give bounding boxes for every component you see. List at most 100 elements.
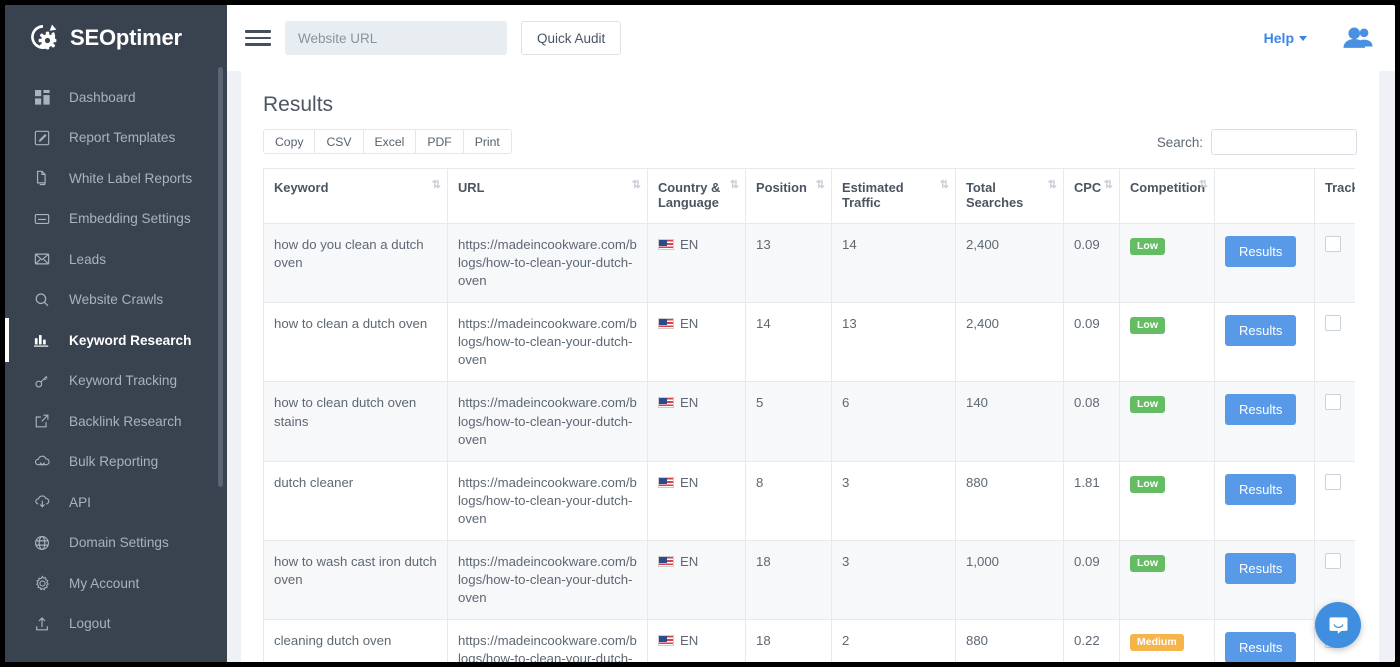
csv-button[interactable]: CSV — [314, 129, 362, 154]
col-position[interactable]: Position ⇅ — [746, 169, 832, 224]
results-table-head: Keyword⇅ URL⇅ Country & Language⇅ Positi… — [264, 169, 1356, 224]
dashboard-icon — [33, 88, 51, 106]
sidebar-item-label: API — [69, 495, 91, 510]
help-menu[interactable]: Help — [1264, 30, 1307, 46]
sidebar-item-embedding-settings[interactable]: Embedding Settings — [5, 199, 227, 240]
sort-updown-icon[interactable]: ⇅ — [1104, 180, 1112, 191]
sidebar-item-dashboard[interactable]: Dashboard — [5, 77, 227, 118]
brand-logo-area[interactable]: SEOptimer — [5, 5, 227, 71]
results-button[interactable]: Results — [1225, 632, 1296, 662]
sort-updown-icon[interactable]: ⇅ — [632, 180, 640, 191]
sidebar-item-website-crawls[interactable]: Website Crawls — [5, 280, 227, 321]
col-estimated-traffic[interactable]: Estimated Traffic⇅ — [832, 169, 956, 224]
table-search: Search: — [1157, 129, 1357, 155]
us-flag-icon — [658, 556, 674, 567]
track-checkbox[interactable] — [1325, 474, 1341, 490]
search-input[interactable] — [1211, 129, 1357, 155]
status-badge: Low — [1130, 555, 1165, 572]
us-flag-icon — [658, 397, 674, 408]
sidebar-item-logout[interactable]: Logout — [5, 604, 227, 645]
cell-action: Results — [1215, 303, 1315, 382]
col-track[interactable]: Track⇅ — [1315, 169, 1356, 224]
sidebar-item-domain-settings[interactable]: Domain Settings — [5, 523, 227, 564]
results-button[interactable]: Results — [1225, 553, 1296, 584]
cell-keyword: dutch cleaner — [264, 461, 448, 540]
sidebar-item-label: My Account — [69, 576, 139, 591]
sidebar-item-label: White Label Reports — [69, 171, 192, 186]
cell-track — [1315, 382, 1356, 461]
cell-total-searches: 1,000 — [956, 540, 1064, 619]
cell-track — [1315, 303, 1356, 382]
col-country-language[interactable]: Country & Language⇅ — [648, 169, 746, 224]
cell-estimated-traffic: 6 — [832, 382, 956, 461]
sidebar-item-api[interactable]: API — [5, 482, 227, 523]
website-url-input[interactable] — [285, 21, 507, 55]
sidebar-item-white-label-reports[interactable]: White Label Reports — [5, 158, 227, 199]
sidebar-item-report-templates[interactable]: Report Templates — [5, 118, 227, 159]
sort-updown-icon[interactable]: ⇅ — [1048, 180, 1056, 191]
cell-action: Results — [1215, 461, 1315, 540]
excel-button[interactable]: Excel — [363, 129, 416, 154]
cell-cpc: 0.08 — [1064, 382, 1120, 461]
cell-url: https://madeincookware.com/blogs/how-to-… — [448, 620, 648, 662]
sidebar-item-leads[interactable]: Leads — [5, 239, 227, 280]
us-flag-icon — [658, 477, 674, 488]
sidebar-item-keyword-tracking[interactable]: Keyword Tracking — [5, 361, 227, 402]
results-button[interactable]: Results — [1225, 394, 1296, 425]
edit-square-icon — [33, 129, 51, 147]
col-label: Total Searches — [966, 180, 1023, 210]
main-content: Results Copy CSV Excel PDF Print Search: — [227, 71, 1395, 662]
track-checkbox[interactable] — [1325, 553, 1341, 569]
results-button[interactable]: Results — [1225, 474, 1296, 505]
col-cpc[interactable]: CPC⇅ — [1064, 169, 1120, 224]
sidebar-item-backlink-research[interactable]: Backlink Research — [5, 401, 227, 442]
cell-url: https://madeincookware.com/blogs/how-to-… — [448, 224, 648, 303]
sort-updown-icon[interactable]: ⇅ — [432, 180, 440, 191]
results-table-scroll[interactable]: Keyword⇅ URL⇅ Country & Language⇅ Positi… — [263, 168, 1355, 662]
country-code: EN — [680, 554, 698, 569]
cell-url: https://madeincookware.com/blogs/how-to-… — [448, 303, 648, 382]
sidebar-item-my-account[interactable]: My Account — [5, 563, 227, 604]
cell-total-searches: 2,400 — [956, 224, 1064, 303]
col-label: Competition — [1130, 180, 1205, 195]
cell-estimated-traffic: 2 — [832, 620, 956, 662]
chat-bubble-icon[interactable] — [1315, 602, 1361, 648]
country-code: EN — [680, 237, 698, 252]
users-avatar-icon[interactable] — [1343, 25, 1373, 51]
cell-cpc: 0.09 — [1064, 303, 1120, 382]
copy-pages-icon — [33, 169, 51, 187]
results-button[interactable]: Results — [1225, 315, 1296, 346]
pdf-button[interactable]: PDF — [415, 129, 462, 154]
status-badge: Low — [1130, 317, 1165, 334]
sort-updown-icon[interactable]: ⇅ — [940, 180, 948, 191]
cell-country-language: EN — [648, 620, 746, 662]
cloud-icon — [33, 453, 51, 471]
sidebar-scrollbar[interactable] — [218, 67, 223, 487]
col-total-searches[interactable]: Total Searches ⇅ — [956, 169, 1064, 224]
print-button[interactable]: Print — [463, 129, 512, 154]
sort-updown-icon[interactable]: ⇅ — [816, 180, 824, 191]
col-label: Position — [756, 180, 807, 195]
cell-estimated-traffic: 13 — [832, 303, 956, 382]
status-badge: Low — [1130, 396, 1165, 413]
sort-updown-icon[interactable]: ⇅ — [1199, 180, 1207, 191]
col-keyword[interactable]: Keyword⇅ — [264, 169, 448, 224]
track-checkbox[interactable] — [1325, 236, 1341, 252]
cell-action: Results — [1215, 540, 1315, 619]
quick-audit-button[interactable]: Quick Audit — [521, 21, 621, 55]
copy-button[interactable]: Copy — [263, 129, 314, 154]
cell-country-language: EN — [648, 461, 746, 540]
sort-updown-icon[interactable]: ⇅ — [730, 180, 738, 191]
sidebar-item-keyword-research[interactable]: Keyword Research — [5, 320, 227, 361]
cell-position: 14 — [746, 303, 832, 382]
track-checkbox[interactable] — [1325, 315, 1341, 331]
cell-country-language: EN — [648, 540, 746, 619]
col-competition[interactable]: Competition⇅ — [1120, 169, 1215, 224]
status-badge: Medium — [1130, 634, 1184, 651]
col-url[interactable]: URL⇅ — [448, 169, 648, 224]
sidebar-item-bulk-reporting[interactable]: Bulk Reporting — [5, 442, 227, 483]
hamburger-icon[interactable] — [245, 27, 271, 49]
main-scrollbar[interactable] — [1385, 71, 1393, 662]
track-checkbox[interactable] — [1325, 394, 1341, 410]
results-button[interactable]: Results — [1225, 236, 1296, 267]
